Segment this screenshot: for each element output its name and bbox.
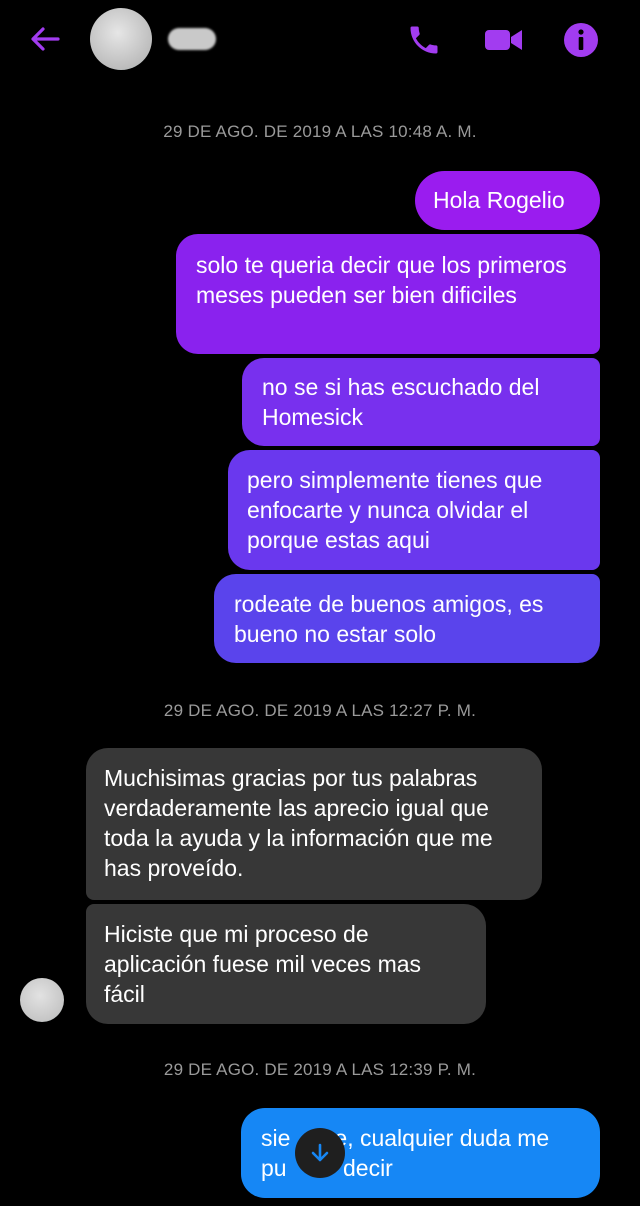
- outgoing-message[interactable]: solo te queria decir que los primeros me…: [176, 234, 600, 354]
- message-text-part: e, cualquier duda me: [334, 1125, 550, 1151]
- video-camera-icon[interactable]: [484, 22, 524, 58]
- outgoing-message[interactable]: rodeate de buenos amigos, es bueno no es…: [214, 574, 600, 663]
- info-icon[interactable]: [563, 22, 599, 58]
- timestamp: 29 DE AGO. DE 2019 A LAS 10:48 A. M.: [163, 122, 477, 141]
- outgoing-message[interactable]: Hola Rogelio: [415, 171, 600, 230]
- incoming-message[interactable]: Hiciste que mi proceso de aplicación fue…: [86, 904, 486, 1024]
- timestamp: 29 DE AGO. DE 2019 A LAS 12:27 P. M.: [163, 701, 477, 720]
- contact-name-redacted[interactable]: [168, 28, 216, 50]
- arrow-down-icon: [311, 1143, 329, 1162]
- outgoing-message[interactable]: no se si has escuchado del Homesick: [242, 358, 600, 446]
- message-text-part: pu: [261, 1155, 287, 1181]
- incoming-message[interactable]: Muchisimas gracias por tus palabras verd…: [86, 748, 542, 900]
- message-text-part: sie: [261, 1125, 291, 1151]
- outgoing-message[interactable]: pero simplemente tienes que enfocarte y …: [228, 450, 600, 570]
- message-text-part: decir: [336, 1155, 393, 1181]
- scroll-to-bottom-button[interactable]: [295, 1128, 345, 1178]
- contact-avatar[interactable]: [90, 8, 152, 70]
- back-arrow-icon[interactable]: [28, 24, 62, 54]
- chat-header: [0, 0, 640, 80]
- phone-icon[interactable]: [406, 22, 442, 58]
- timestamp: 29 DE AGO. DE 2019 A LAS 12:39 P. M.: [163, 1060, 477, 1079]
- contact-avatar-small[interactable]: [20, 978, 64, 1022]
